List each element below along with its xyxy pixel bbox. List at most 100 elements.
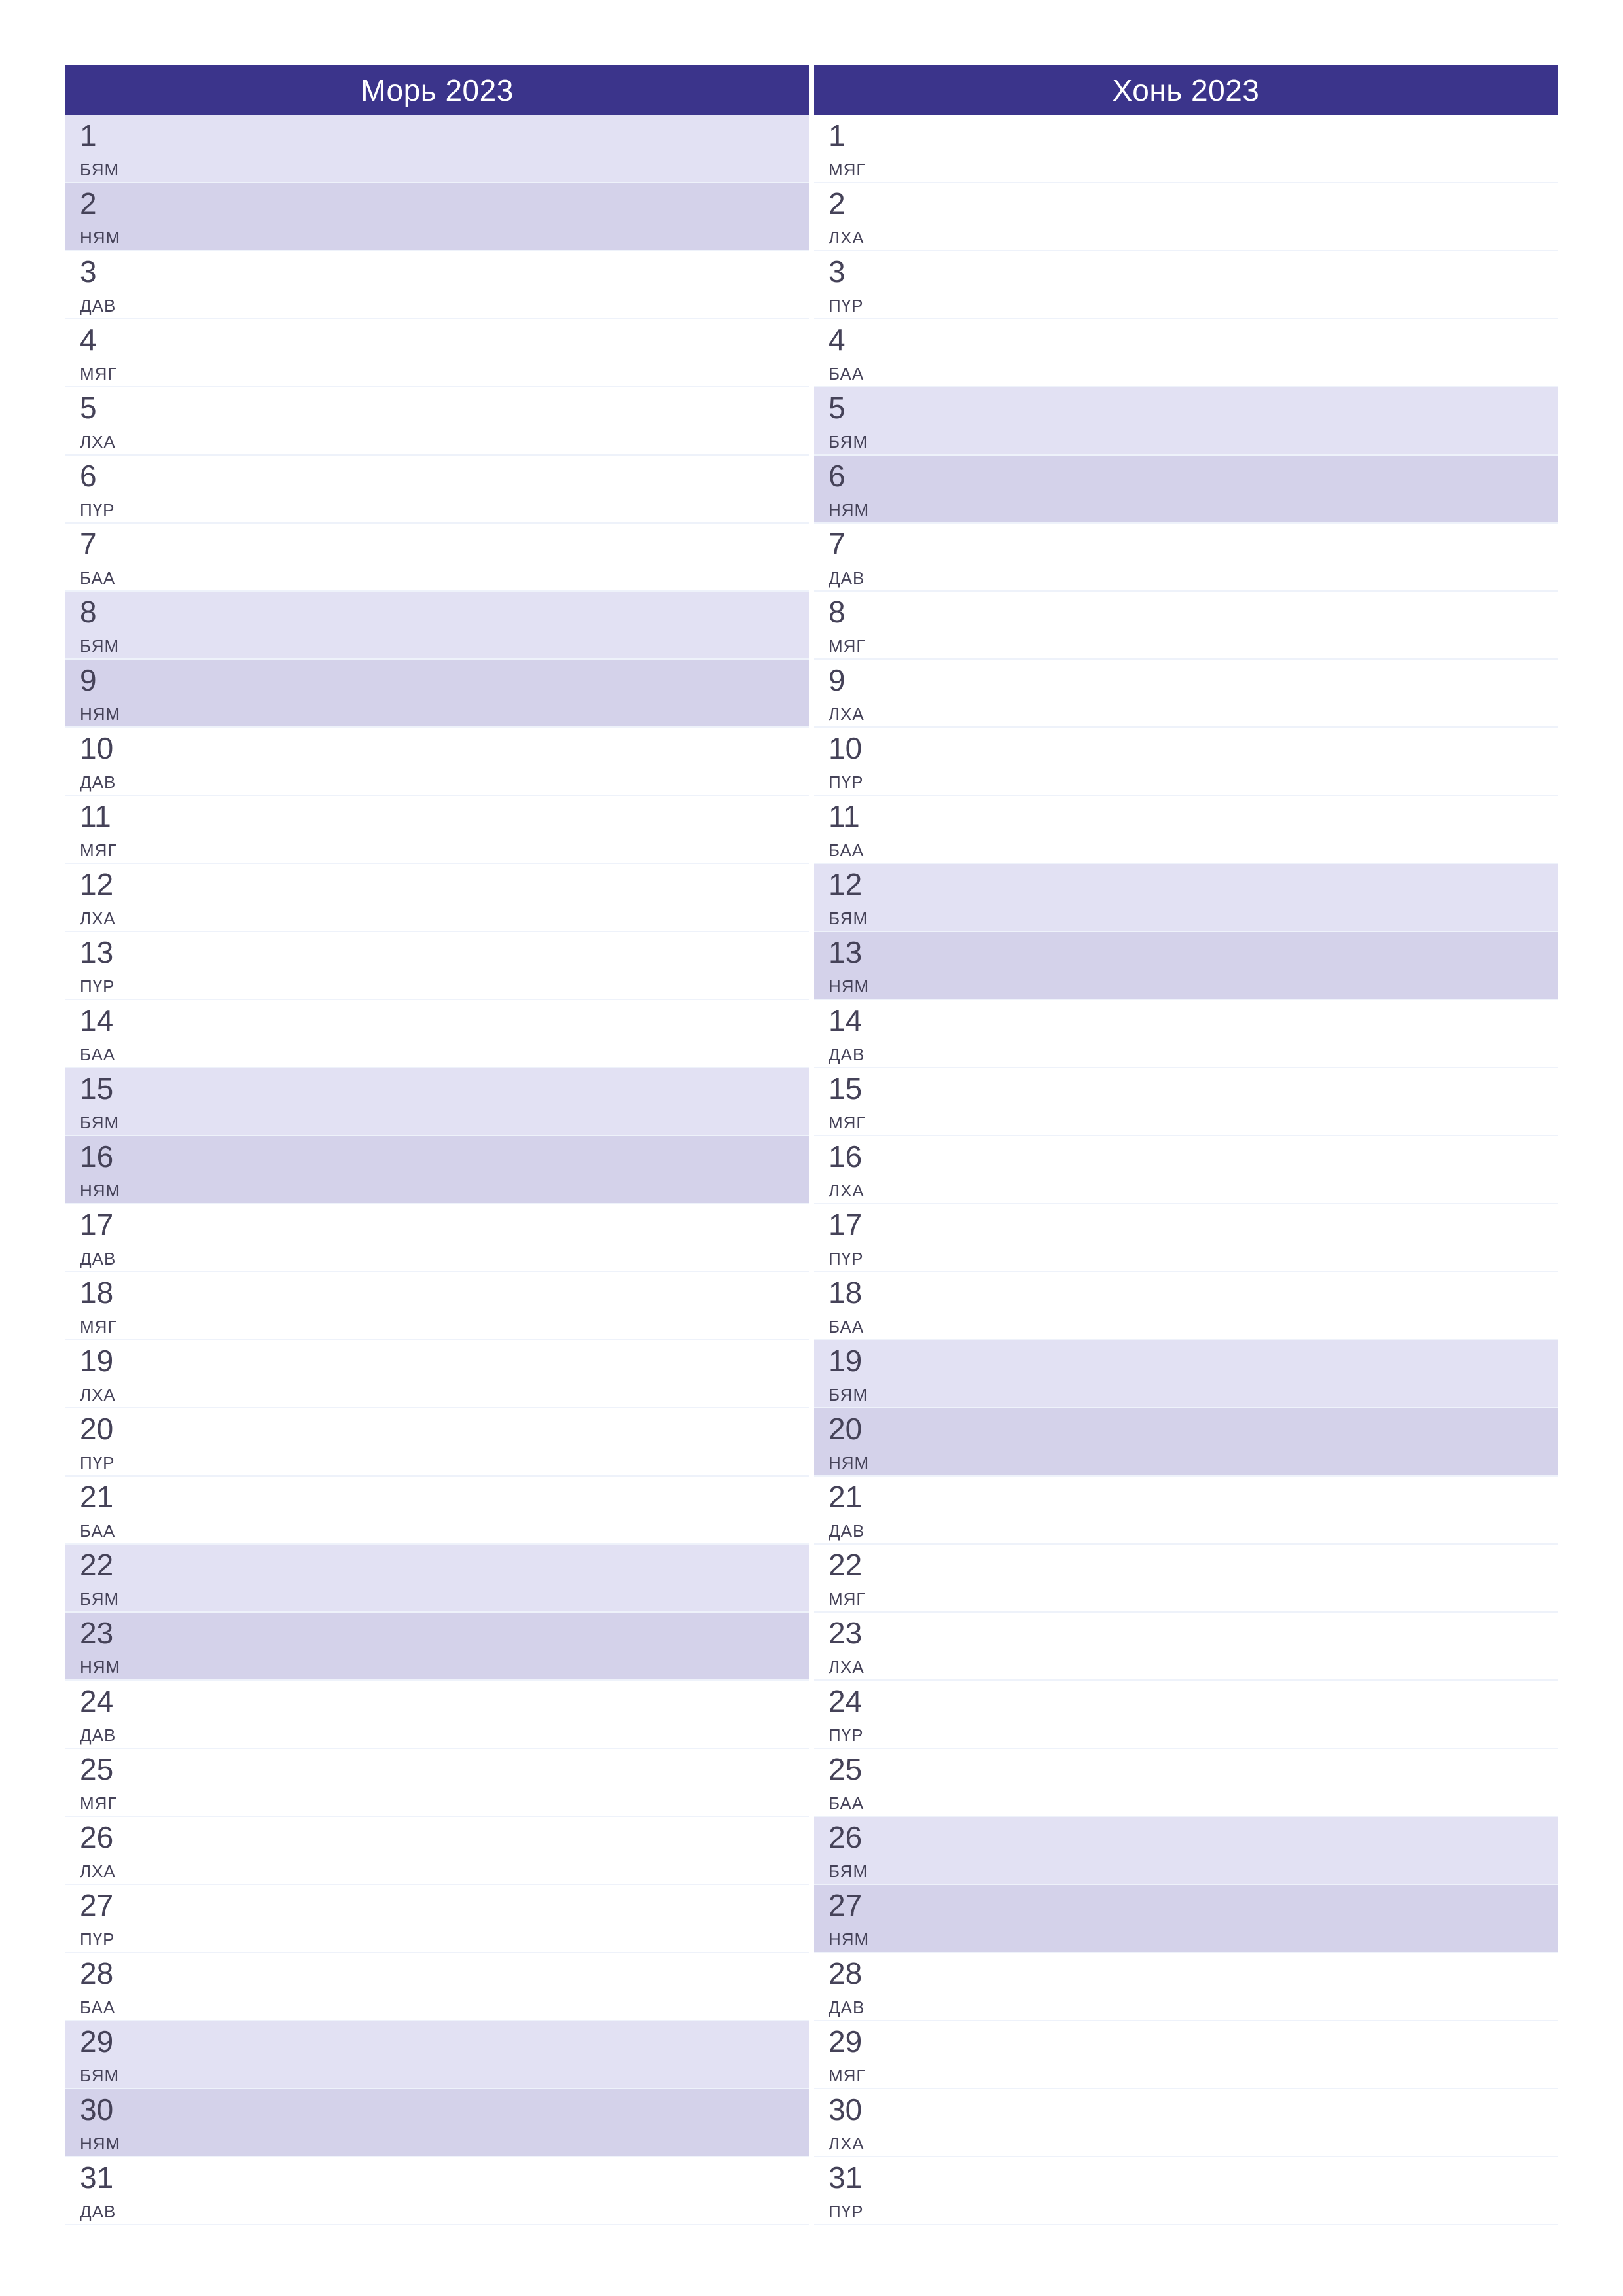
- day-number: 27: [80, 1890, 794, 1920]
- day-number: 16: [829, 1141, 1543, 1172]
- day-row: 5БЯМ: [814, 387, 1558, 456]
- day-row: 14ДАВ: [814, 1000, 1558, 1068]
- day-of-week: БЯМ: [80, 2067, 794, 2084]
- day-number: 20: [829, 1414, 1543, 1444]
- day-number: 25: [829, 1754, 1543, 1784]
- day-row: 14БАА: [65, 1000, 809, 1068]
- day-row: 4МЯГ: [65, 319, 809, 387]
- day-of-week: ЛХА: [829, 1659, 1543, 1676]
- day-of-week: БЯМ: [80, 1114, 794, 1131]
- day-number: 19: [80, 1346, 794, 1376]
- day-of-week: НЯМ: [80, 1182, 794, 1199]
- day-row: 20НЯМ: [814, 1408, 1558, 1477]
- day-number: 1: [829, 120, 1543, 151]
- day-of-week: ДАВ: [829, 1999, 1543, 2016]
- day-number: 26: [80, 1822, 794, 1852]
- day-row: 9 НЯМ: [65, 660, 809, 728]
- day-row: 13НЯМ: [814, 932, 1558, 1000]
- month-column-left: Морь 2023 1БЯМ2НЯМ3ДАВ4МЯГ5ЛХА6ПҮР7БАА8Б…: [65, 65, 809, 2225]
- day-row: 23ЛХА: [814, 1613, 1558, 1681]
- day-row: 2ЛХА: [814, 183, 1558, 251]
- day-number: 14: [80, 1005, 794, 1035]
- day-row: 21БАА: [65, 1477, 809, 1545]
- day-number: 14: [829, 1005, 1543, 1035]
- day-number: 28: [829, 1958, 1543, 1988]
- day-number: 15: [829, 1073, 1543, 1103]
- day-row: 20ПҮР: [65, 1408, 809, 1477]
- day-of-week: БАА: [80, 1522, 794, 1539]
- day-number: 4: [80, 325, 794, 355]
- day-of-week: ЛХА: [829, 706, 1543, 723]
- day-of-week: БАА: [829, 842, 1543, 859]
- day-of-week: ПҮР: [80, 1931, 794, 1948]
- day-number: 11: [80, 801, 794, 831]
- day-of-week: ДАВ: [80, 1250, 794, 1267]
- day-of-week: ЛХА: [80, 1386, 794, 1403]
- day-number: 3: [829, 257, 1543, 287]
- day-row: 8МЯГ: [814, 592, 1558, 660]
- day-row: 29 БЯМ: [65, 2021, 809, 2089]
- day-number: 9: [80, 665, 794, 695]
- day-row: 22БЯМ: [65, 1545, 809, 1613]
- day-of-week: ДАВ: [829, 569, 1543, 586]
- day-row: 26БЯМ: [814, 1817, 1558, 1885]
- day-of-week: ДАВ: [80, 2203, 794, 2220]
- day-of-week: ЛХА: [829, 2135, 1543, 2152]
- day-of-week: НЯМ: [80, 706, 794, 723]
- day-number: 10: [80, 733, 794, 763]
- day-of-week: МЯГ: [80, 842, 794, 859]
- day-row: 17ПҮР: [814, 1204, 1558, 1272]
- day-row: 16ЛХА: [814, 1136, 1558, 1204]
- day-row: 10ДАВ: [65, 728, 809, 796]
- day-of-week: БАА: [80, 569, 794, 586]
- day-number: 24: [80, 1686, 794, 1716]
- day-row: 3ПҮР: [814, 251, 1558, 319]
- day-row: 10ПҮР: [814, 728, 1558, 796]
- day-number: 2: [80, 188, 794, 219]
- day-number: 30: [80, 2094, 794, 2125]
- day-row: 7ДАВ: [814, 524, 1558, 592]
- day-row: 11 МЯГ: [65, 796, 809, 864]
- day-number: 31: [829, 2162, 1543, 2193]
- day-number: 3: [80, 257, 794, 287]
- day-number: 28: [80, 1958, 794, 1988]
- day-row: 1 МЯГ: [814, 115, 1558, 183]
- day-number: 29: [829, 2026, 1543, 2056]
- day-row: 1БЯМ: [65, 115, 809, 183]
- day-row: 15МЯГ: [814, 1068, 1558, 1136]
- day-number: 23: [80, 1618, 794, 1648]
- day-of-week: МЯГ: [80, 1795, 794, 1812]
- day-number: 15: [80, 1073, 794, 1103]
- day-number: 12: [829, 869, 1543, 899]
- day-number: 16: [80, 1141, 794, 1172]
- day-number: 21: [829, 1482, 1543, 1512]
- day-row: 25 БАА: [814, 1749, 1558, 1817]
- day-row: 6НЯМ: [814, 456, 1558, 524]
- day-row: 19 ЛХА: [65, 1340, 809, 1408]
- day-row: 12ЛХА: [65, 864, 809, 932]
- day-row: 26ЛХА: [65, 1817, 809, 1885]
- day-row: 30НЯМ: [65, 2089, 809, 2157]
- day-number: 6: [829, 461, 1543, 491]
- day-list: 1МЯГ2ЛХА3ПҮР4БАА5БЯМ6НЯМ7ДАВ8МЯГ9ЛХА10ПҮ…: [814, 115, 1558, 2225]
- month-header: Морь 2023: [65, 65, 809, 115]
- day-number: 4: [829, 325, 1543, 355]
- day-number: 13: [829, 937, 1543, 967]
- day-of-week: БАА: [829, 1795, 1543, 1812]
- day-row: 29МЯГ: [814, 2021, 1558, 2089]
- day-row: 31ПҮР: [814, 2157, 1558, 2225]
- day-row: 13ПҮР: [65, 932, 809, 1000]
- day-row: 18МЯГ: [65, 1272, 809, 1340]
- month-header: Хонь 2023: [814, 65, 1558, 115]
- day-row: 24ПҮР: [814, 1681, 1558, 1749]
- day-row: 22МЯГ: [814, 1545, 1558, 1613]
- day-number: 8: [829, 597, 1543, 627]
- day-of-week: БАА: [80, 1999, 794, 2016]
- day-of-week: МЯГ: [829, 161, 1543, 178]
- day-number: 29: [80, 2026, 794, 2056]
- day-of-week: МЯГ: [829, 1590, 1543, 1607]
- day-number: 31: [80, 2162, 794, 2193]
- day-of-week: ПҮР: [80, 501, 794, 518]
- day-row: 2НЯМ: [65, 183, 809, 251]
- day-number: 17: [829, 1210, 1543, 1240]
